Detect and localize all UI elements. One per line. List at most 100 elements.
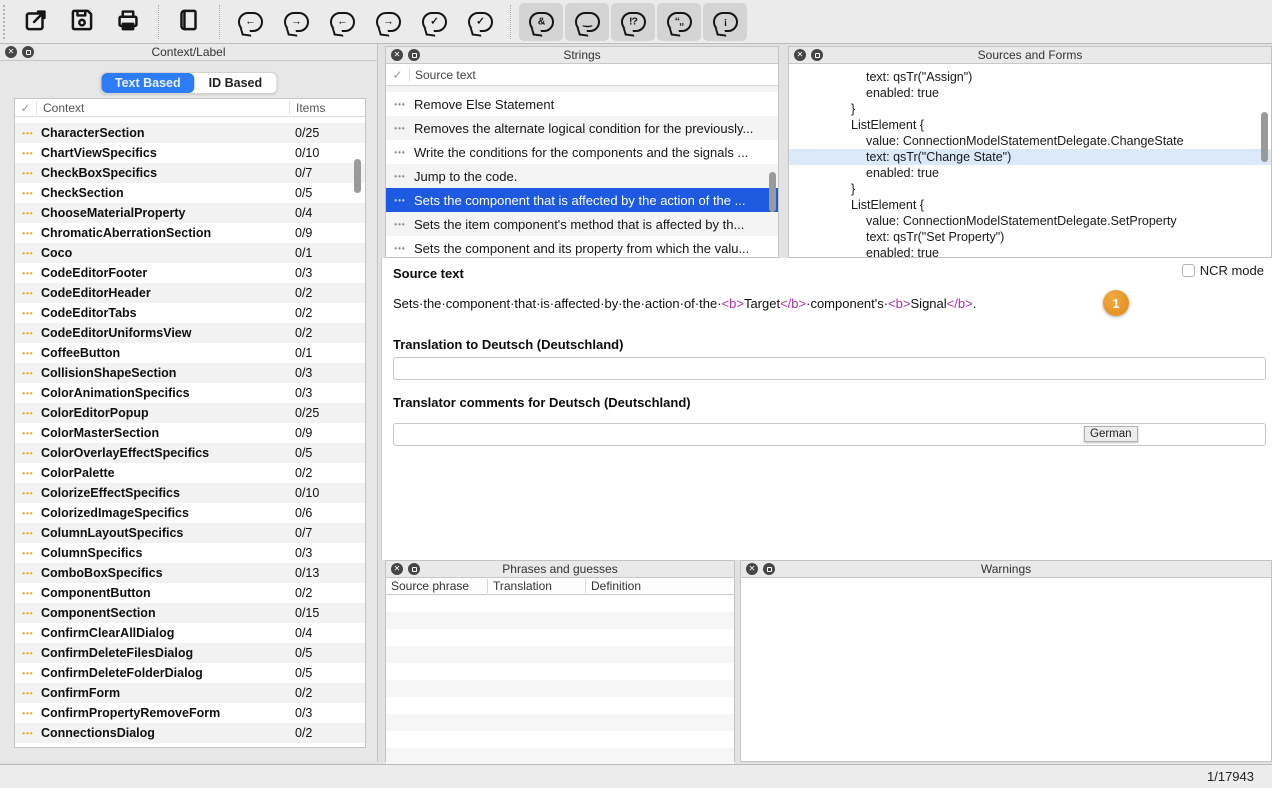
context-name: ColorEditorPopup [41,406,289,420]
check-column-header[interactable]: ✓ [15,101,37,115]
context-row[interactable]: •••ChartViewSpecifics0/10 [15,143,365,163]
context-row[interactable]: •••ConnectionsDialog0/2 [15,723,365,743]
save-button[interactable] [60,3,104,41]
phrase-matches-toggle-button[interactable]: “„ [657,3,701,41]
context-scrollbar[interactable] [354,159,361,193]
context-row[interactable]: •••CollisionShapeSection0/3 [15,363,365,383]
context-row[interactable]: •••ConfirmForm0/2 [15,683,365,703]
context-row[interactable]: •••ComboBoxSpecifics0/13 [15,563,365,583]
context-name: CheckBoxSpecifics [41,166,289,180]
context-row[interactable]: •••Coco0/1 [15,243,365,263]
prev-button[interactable]: ← [320,3,364,41]
string-row[interactable]: •••Write the conditions for the componen… [386,140,778,164]
unfinished-dots-icon: ••• [15,269,41,278]
context-row[interactable]: •••CoffeeButton0/1 [15,343,365,363]
source-string: Sets the component and its property from… [414,241,778,256]
check-column-header[interactable]: ✓ [386,68,410,82]
source-phrase-column-header[interactable]: Source phrase [386,579,488,593]
string-row[interactable]: •••Sets the item component's method that… [386,212,778,236]
context-row[interactable]: •••ColorizedImageSpecifics0/6 [15,503,365,523]
print-button[interactable] [106,3,150,41]
next-button[interactable]: → [366,3,410,41]
unfinished-dots-icon: ••• [15,169,41,178]
context-row[interactable]: •••CheckBoxSpecifics0/7 [15,163,365,183]
float-icon[interactable] [811,49,823,61]
translation-column-header[interactable]: Translation [488,579,586,593]
context-row[interactable]: •••ChromaticAberrationSection0/9 [15,223,365,243]
context-row[interactable]: •••CodeEditorUniformsView0/2 [15,323,365,343]
sources-scrollbar[interactable] [1261,112,1268,162]
context-row[interactable]: •••ColorPalette0/2 [15,463,365,483]
close-icon[interactable]: ✕ [391,49,403,61]
unfinished-dots-icon: ••• [15,549,41,558]
done-and-next-button[interactable]: ✓ [458,3,502,41]
context-column-header[interactable]: Context [37,101,289,115]
string-row[interactable]: •••Sets the component and its property f… [386,236,778,257]
close-icon[interactable]: ✕ [391,563,403,575]
context-name: ColorMasterSection [41,426,289,440]
float-icon[interactable] [408,563,420,575]
toolbar-validation-group: &‿!?“„¡ [518,0,748,43]
tab-id-based[interactable]: ID Based [195,73,277,93]
close-icon[interactable]: ✕ [5,46,17,58]
annotation-badge-1: 1 [1103,290,1129,316]
context-name: ConfirmClearAllDialog [41,626,289,640]
context-row[interactable]: •••ConfirmClearAllDialog0/4 [15,623,365,643]
prev-unfinished-button[interactable]: ← [228,3,272,41]
context-row[interactable]: •••ColorEditorPopup0/25 [15,403,365,423]
context-row[interactable]: •••ColorAnimationSpecifics0/3 [15,383,365,403]
close-icon[interactable]: ✕ [794,49,806,61]
context-row[interactable]: •••ComponentSection0/15 [15,603,365,623]
toolbar-drag-handle[interactable] [3,5,9,39]
context-row[interactable]: •••ColumnLayoutSpecifics0/7 [15,523,365,543]
code-line: enabled: true [789,165,1271,181]
context-row[interactable]: •••CodeEditorHeader0/2 [15,283,365,303]
context-row[interactable]: •••CheckSection0/5 [15,183,365,203]
done-button[interactable]: ✓ [412,3,456,41]
unfinished-dots-icon: ••• [15,489,41,498]
float-icon[interactable] [763,563,775,575]
context-row[interactable]: •••CodeEditorFooter0/3 [15,263,365,283]
context-row[interactable]: •••CharacterSection0/25 [15,123,365,143]
source-code-view[interactable]: text: qsTr("Assign")enabled: true}ListEl… [789,64,1271,257]
source-text-segment: . [973,296,977,311]
context-row[interactable]: •••ConfirmPropertyRemoveForm0/3 [15,703,365,723]
source-text-column-header[interactable]: Source text [410,68,476,82]
items-column-header[interactable]: Items [289,101,365,115]
unfinished-dots-icon: ••• [15,409,41,418]
markup-tag: </b> [947,296,973,311]
string-row[interactable]: •••Remove Else Statement [386,92,778,116]
strings-scrollbar[interactable] [769,172,776,212]
context-row[interactable]: •••ComponentButton0/2 [15,583,365,603]
context-row[interactable]: •••ColorizeEffectSpecifics0/10 [15,483,365,503]
translation-input[interactable] [393,357,1266,380]
context-row[interactable]: •••ColumnSpecifics0/3 [15,543,365,563]
string-row-selected[interactable]: •••Sets the component that is affected b… [386,188,778,212]
place-markers-toggle-button[interactable]: ¡ [703,3,747,41]
surrounding-whitespace-toggle-button[interactable]: ‿ [565,3,609,41]
ncr-mode-checkbox[interactable] [1182,264,1195,277]
float-icon[interactable] [22,46,34,58]
context-panel-titlebar: ✕ Context/Label [0,44,377,61]
float-icon[interactable] [408,49,420,61]
context-row[interactable]: •••ConfirmDeleteFolderDialog0/5 [15,663,365,683]
context-row[interactable]: •••ChooseMaterialProperty0/4 [15,203,365,223]
context-row[interactable]: •••CodeEditorTabs0/2 [15,303,365,323]
ending-punctuation-toggle-button[interactable]: !? [611,3,655,41]
unfinished-dots-icon: ••• [15,449,41,458]
open-button[interactable] [14,3,58,41]
context-row[interactable]: •••ColorMasterSection0/9 [15,423,365,443]
close-icon[interactable]: ✕ [746,563,758,575]
phrase-book-button[interactable] [167,3,211,41]
context-row[interactable]: •••ConfirmDeleteFilesDialog0/5 [15,643,365,663]
definition-column-header[interactable]: Definition [586,579,734,593]
next-unfinished-button[interactable]: → [274,3,318,41]
accelerators-toggle-button[interactable]: & [519,3,563,41]
context-row[interactable]: •••ColorOverlayEffectSpecifics0/5 [15,443,365,463]
items-count: 0/5 [289,446,365,460]
tab-text-based[interactable]: Text Based [101,73,195,93]
context-mode-tabs: Text BasedID Based [100,72,277,94]
string-row[interactable]: •••Removes the alternate logical conditi… [386,116,778,140]
unfinished-dots-icon: ••• [15,229,41,238]
string-row[interactable]: •••Jump to the code. [386,164,778,188]
